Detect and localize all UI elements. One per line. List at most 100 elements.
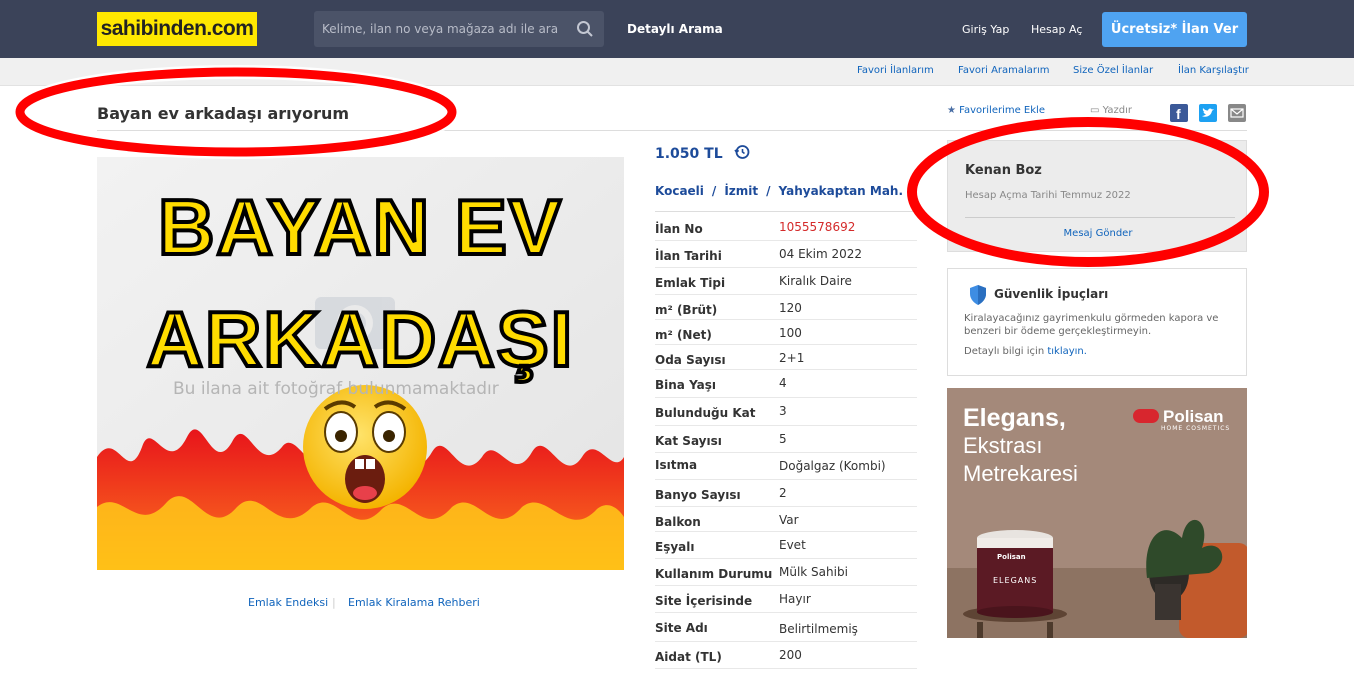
rental-guide-link[interactable]: Emlak Kiralama Rehberi: [348, 596, 480, 609]
print-icon: ▭: [1090, 105, 1100, 116]
price-value: 1.050 TL: [655, 146, 723, 162]
paint-can-name: ELEGANS: [993, 576, 1038, 585]
seller-card: Kenan Boz Hesap Açma Tarihi Temmuz 2022 …: [947, 140, 1247, 252]
spec-row: Bina Yaşı 4: [655, 370, 917, 398]
spec-label: Oda Sayısı: [655, 353, 726, 367]
detailed-search-link[interactable]: Detaylı Arama: [627, 22, 723, 36]
spec-row: m² (Brüt) 120: [655, 295, 917, 320]
location-neighborhood[interactable]: Yahyakaptan Mah.: [779, 184, 904, 198]
spec-value: 200: [779, 648, 802, 662]
location-separator: /: [766, 184, 771, 198]
spec-value: 2: [779, 486, 787, 500]
listing-photo[interactable]: Bu ilana ait fotoğraf bulunmamaktadır BA…: [97, 157, 624, 570]
search-input[interactable]: [314, 11, 564, 47]
compare-listings-link[interactable]: İlan Karşılaştır: [1178, 65, 1249, 76]
listing-number: 1055578692: [779, 220, 856, 234]
spec-row: İlan Tarihi 04 Ekim 2022: [655, 241, 917, 268]
search-icon[interactable]: [576, 20, 594, 38]
spec-label: Banyo Sayısı: [655, 488, 741, 502]
shield-icon: [970, 285, 986, 305]
spec-value: 3: [779, 404, 787, 418]
spec-label: Bulunduğu Kat: [655, 406, 756, 420]
location-city[interactable]: Kocaeli: [655, 184, 704, 198]
register-link[interactable]: Hesap Aç: [1031, 23, 1082, 36]
photo-links-separator: |: [332, 596, 336, 609]
spec-row: Balkon Var: [655, 507, 917, 532]
send-message-link[interactable]: Mesaj Gönder: [948, 228, 1248, 239]
spec-value: 4: [779, 376, 787, 390]
price-history-icon[interactable]: [733, 144, 750, 160]
spec-value: Var: [779, 513, 799, 527]
ad-headline: Elegans,: [963, 404, 1066, 432]
listing-specs: İlan No 1055578692 İlan Tarihi 04 Ekim 202…: [655, 214, 917, 669]
spec-label: Isıtma: [655, 458, 698, 472]
spec-label: İlan No: [655, 222, 703, 236]
spec-label: Site İçerisinde: [655, 594, 753, 608]
spec-value: Kiralık Daire: [779, 274, 852, 288]
spec-row: m² (Net) 100: [655, 320, 917, 345]
ad-brand-sub: HOME COSMETICS: [1161, 425, 1231, 432]
seller-divider: [965, 217, 1235, 218]
safety-tips-more: Detaylı bilgi için tıklayın.: [964, 346, 1087, 357]
more-info-link[interactable]: tıklayın.: [1047, 346, 1087, 357]
login-link[interactable]: Giriş Yap: [962, 23, 1009, 36]
spec-label: Kullanım Durumu: [655, 567, 773, 581]
spec-label: Kat Sayısı: [655, 434, 722, 448]
site-logo[interactable]: sahibinden.com: [97, 12, 257, 46]
facebook-share-icon[interactable]: f: [1170, 104, 1188, 122]
listing-title: Bayan ev arkadaşı arıyorum: [97, 104, 350, 123]
twitter-share-icon[interactable]: [1199, 104, 1217, 122]
spec-label: Emlak Tipi: [655, 276, 726, 290]
email-share-icon[interactable]: [1228, 104, 1246, 122]
spec-row: Oda Sayısı 2+1: [655, 345, 917, 370]
print-link[interactable]: ▭ Yazdır: [1090, 105, 1132, 116]
ad-subline: Ekstrası: [963, 433, 1043, 458]
overlay-text-line2: ARKADAŞI: [145, 295, 575, 383]
ad-subline: Metrekaresi: [963, 461, 1078, 486]
spec-value: 120: [779, 301, 802, 315]
star-icon: ★: [947, 105, 956, 116]
spec-value: 04 Ekim 2022: [779, 247, 862, 261]
spec-row: Banyo Sayısı 2: [655, 480, 917, 507]
top-navbar: sahibinden.com Detaylı Arama Giriş Yap H…: [0, 0, 1354, 58]
post-ad-button[interactable]: Ücretsiz* İlan Ver: [1102, 12, 1247, 47]
spec-value: 2+1: [779, 351, 805, 365]
favorite-searches-link[interactable]: Favori Aramalarım: [958, 65, 1050, 76]
spec-row: Site İçerisinde Hayır: [655, 586, 917, 613]
spec-label: Eşyalı: [655, 540, 695, 554]
seller-name[interactable]: Kenan Boz: [965, 163, 1042, 178]
spec-value: 5: [779, 432, 787, 446]
spec-label: İlan Tarihi: [655, 249, 722, 263]
safety-tips-title: Güvenlik İpuçları: [994, 287, 1109, 301]
svg-text:f: f: [1176, 106, 1181, 122]
search-box: [314, 11, 604, 47]
ad-brand: Polisan: [1163, 407, 1224, 426]
favorite-listings-link[interactable]: Favori İlanlarım: [857, 65, 934, 76]
spec-value: Mülk Sahibi: [779, 565, 848, 579]
overlay-text-line1: BAYAN EV: [156, 183, 563, 271]
add-favorite-link[interactable]: ★ Favorilerime Ekle: [947, 105, 1045, 116]
price: 1.050 TL: [655, 144, 750, 162]
spec-value: Hayır: [779, 592, 811, 606]
emlak-endeksi-link[interactable]: Emlak Endeksi: [248, 596, 328, 609]
spec-value: Belirtilmemiş: [779, 622, 858, 636]
secondary-navbar: Favori İlanlarım Favori Aramalarım Size …: [0, 58, 1354, 86]
title-divider: [97, 130, 1247, 131]
spec-row: Eşyalı Evet: [655, 532, 917, 559]
location-breadcrumb: Kocaeli / İzmit / Yahyakaptan Mah.: [655, 184, 903, 198]
spec-row: İlan No 1055578692: [655, 214, 917, 241]
safety-tips: Güvenlik İpuçları Kiralayacağınız gayrim…: [947, 268, 1247, 376]
special-listings-link[interactable]: Size Özel İlanlar: [1073, 65, 1153, 76]
spec-row: Bulunduğu Kat 3: [655, 398, 917, 426]
spec-value: Doğalgaz (Kombi): [779, 459, 886, 473]
paint-can-brand: Polisan: [997, 553, 1026, 561]
location-district[interactable]: İzmit: [724, 184, 758, 198]
spec-row: Aidat (TL) 200: [655, 642, 917, 669]
spec-value: 100: [779, 326, 802, 340]
spec-label: Bina Yaşı: [655, 378, 717, 392]
more-info-label: Detaylı bilgi için: [964, 346, 1045, 357]
seller-since: Hesap Açma Tarihi Temmuz 2022: [965, 190, 1131, 201]
spec-row: Site Adı Belirtilmemiş: [655, 613, 917, 642]
spec-label: Site Adı: [655, 621, 708, 635]
advertisement-banner[interactable]: Elegans, Ekstrası Metrekaresi Polisan HO…: [947, 388, 1247, 638]
